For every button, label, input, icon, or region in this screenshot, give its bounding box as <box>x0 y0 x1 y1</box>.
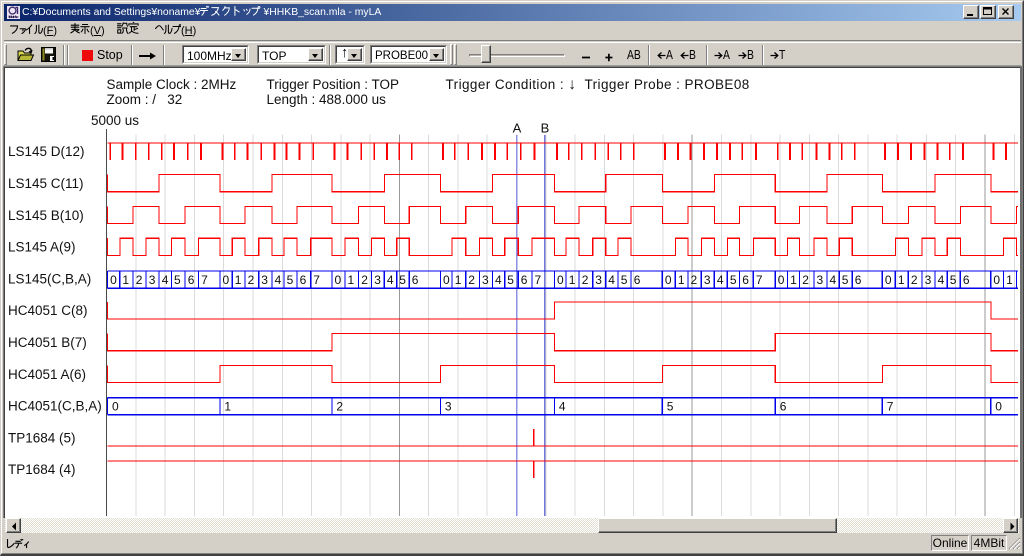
svg-text:HC4051 B(7): HC4051 B(7) <box>8 335 87 350</box>
svg-text:0: 0 <box>993 273 1000 287</box>
svg-text:2: 2 <box>468 273 475 287</box>
svg-text:4: 4 <box>717 273 724 287</box>
svg-text:1: 1 <box>122 273 129 287</box>
svg-text:2: 2 <box>582 273 589 287</box>
svg-text:3: 3 <box>925 273 932 287</box>
svg-text:3: 3 <box>595 273 602 287</box>
svg-text:2: 2 <box>336 400 343 414</box>
svg-text:0: 0 <box>223 273 230 287</box>
svg-text:4: 4 <box>559 400 566 414</box>
svg-text:0: 0 <box>557 273 564 287</box>
svg-text:3: 3 <box>374 273 381 287</box>
svg-text:TP1684 (5): TP1684 (5) <box>8 430 76 445</box>
svg-text:1: 1 <box>569 273 576 287</box>
svg-text:0: 0 <box>112 400 119 414</box>
svg-text:2: 2 <box>361 273 368 287</box>
svg-text:0: 0 <box>778 273 785 287</box>
svg-text:1: 1 <box>455 273 462 287</box>
svg-text:3: 3 <box>704 273 711 287</box>
svg-text:A: A <box>513 121 522 136</box>
svg-text:1: 1 <box>235 273 242 287</box>
svg-text:6: 6 <box>521 273 528 287</box>
svg-text:5: 5 <box>621 273 628 287</box>
svg-text:3: 3 <box>817 273 824 287</box>
svg-text:3: 3 <box>445 400 452 414</box>
svg-text:5: 5 <box>174 273 181 287</box>
svg-text:2: 2 <box>802 273 809 287</box>
svg-text:0: 0 <box>443 273 450 287</box>
svg-text:0: 0 <box>995 400 1002 414</box>
svg-text:6: 6 <box>963 273 970 287</box>
svg-text:7: 7 <box>535 273 542 287</box>
svg-text:LS145 A(9): LS145 A(9) <box>8 240 76 255</box>
svg-text:0: 0 <box>110 273 117 287</box>
svg-text:5: 5 <box>399 273 406 287</box>
svg-text:LS145 D(12): LS145 D(12) <box>8 144 85 159</box>
svg-text:5: 5 <box>667 400 674 414</box>
svg-text:3: 3 <box>482 273 489 287</box>
svg-text:1: 1 <box>1006 273 1013 287</box>
svg-text:4: 4 <box>275 273 282 287</box>
svg-text:5: 5 <box>842 273 849 287</box>
svg-text:LS145(C,B,A): LS145(C,B,A) <box>8 271 91 286</box>
svg-text:1: 1 <box>678 273 685 287</box>
svg-text:HC4051 A(6): HC4051 A(6) <box>8 367 86 382</box>
svg-text:5: 5 <box>287 273 294 287</box>
svg-text:2: 2 <box>911 273 918 287</box>
svg-text:TP1684 (4): TP1684 (4) <box>8 462 76 477</box>
svg-text:0: 0 <box>335 273 342 287</box>
svg-text:7: 7 <box>756 273 763 287</box>
svg-text:1: 1 <box>790 273 797 287</box>
svg-text:HC4051 C(8): HC4051 C(8) <box>8 303 88 318</box>
svg-text:LS145 B(10): LS145 B(10) <box>8 208 84 223</box>
svg-text:1: 1 <box>224 400 231 414</box>
svg-text:2: 2 <box>691 273 698 287</box>
svg-text:0: 0 <box>885 273 892 287</box>
svg-text:5000 us: 5000 us <box>91 113 139 128</box>
svg-text:4: 4 <box>938 273 945 287</box>
svg-text:3: 3 <box>261 273 268 287</box>
svg-text:0: 0 <box>665 273 672 287</box>
svg-text:2: 2 <box>136 273 143 287</box>
svg-text:5: 5 <box>950 273 957 287</box>
svg-text:1: 1 <box>898 273 905 287</box>
svg-text:7: 7 <box>887 400 894 414</box>
svg-text:7: 7 <box>313 273 320 287</box>
svg-text:4: 4 <box>162 273 169 287</box>
svg-text:6: 6 <box>300 273 307 287</box>
svg-text:4: 4 <box>387 273 394 287</box>
svg-text:4: 4 <box>495 273 502 287</box>
svg-text:2: 2 <box>248 273 255 287</box>
svg-text:7: 7 <box>201 273 208 287</box>
svg-text:5: 5 <box>730 273 737 287</box>
svg-text:1: 1 <box>348 273 355 287</box>
svg-text:4: 4 <box>830 273 837 287</box>
svg-text:5: 5 <box>507 273 514 287</box>
svg-text:HC4051(C,B,A): HC4051(C,B,A) <box>8 399 102 414</box>
svg-text:6: 6 <box>412 273 419 287</box>
svg-text:B: B <box>541 121 550 136</box>
svg-text:4: 4 <box>608 273 615 287</box>
svg-text:6: 6 <box>188 273 195 287</box>
svg-text:6: 6 <box>855 273 862 287</box>
svg-text:3: 3 <box>149 273 156 287</box>
svg-text:LS145 C(11): LS145 C(11) <box>8 176 84 191</box>
svg-text:6: 6 <box>742 273 749 287</box>
svg-text:6: 6 <box>634 273 641 287</box>
svg-text:6: 6 <box>780 400 787 414</box>
